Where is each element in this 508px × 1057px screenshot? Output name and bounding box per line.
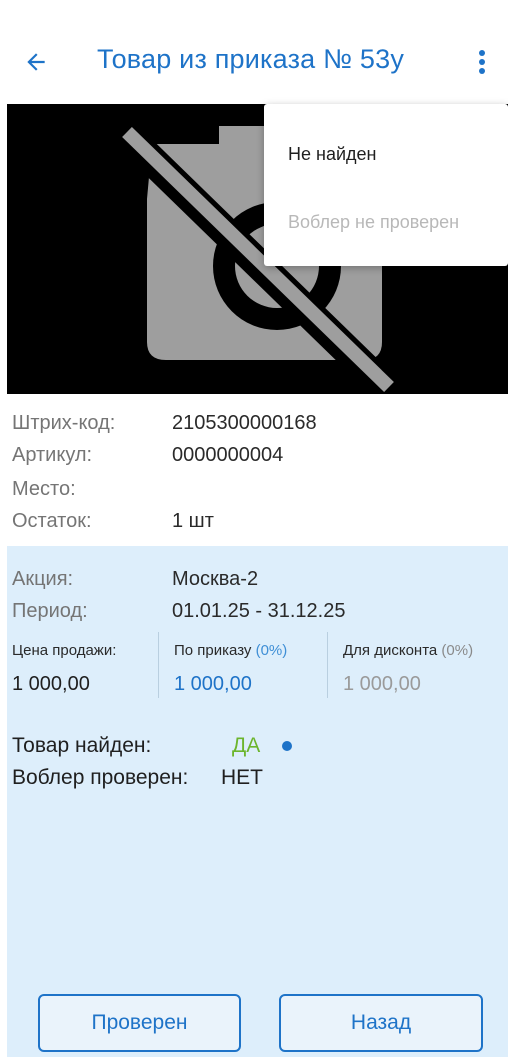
sale-price-caption: Цена продажи: bbox=[12, 642, 117, 659]
found-label: Товар найден: bbox=[12, 734, 152, 757]
barcode-value: 2105300000168 bbox=[172, 412, 317, 434]
sale-price: Цена продажи: 1 000,00 bbox=[12, 642, 116, 696]
sale-price-value: 1 000,00 bbox=[12, 673, 90, 695]
found-value: ДА bbox=[232, 734, 261, 757]
app-bar: Товар из приказа № 53у bbox=[0, 0, 508, 112]
more-vert-icon bbox=[479, 50, 485, 74]
stock-value: 1 шт bbox=[172, 510, 214, 532]
place-label: Место: bbox=[12, 478, 76, 500]
discount-price-caption: Для дисконта bbox=[343, 642, 438, 659]
barcode-label: Штрих-код: bbox=[12, 412, 116, 434]
discount-price: Для дисконта (0%) 1 000,00 bbox=[343, 642, 473, 696]
price-divider bbox=[327, 632, 328, 698]
wobbler-value: НЕТ bbox=[221, 766, 263, 789]
discount-price-value: 1 000,00 bbox=[343, 673, 421, 695]
back-nav-button[interactable]: Назад bbox=[279, 994, 483, 1052]
period-value: 01.01.25 - 31.12.25 bbox=[172, 600, 346, 622]
menu-item-not-found[interactable]: Не найден bbox=[288, 144, 376, 165]
action-value: Москва-2 bbox=[172, 568, 259, 590]
period-label: Период: bbox=[12, 600, 88, 622]
discount-price-percent: (0%) bbox=[441, 642, 474, 659]
promo-panel: Акция: Москва-2 Период: 01.01.25 - 31.12… bbox=[7, 546, 508, 1057]
order-price-percent: (0%) bbox=[255, 642, 288, 659]
article-value: 0000000004 bbox=[172, 444, 284, 466]
back-button[interactable] bbox=[14, 40, 58, 84]
price-divider bbox=[158, 632, 159, 698]
order-price-value: 1 000,00 bbox=[174, 673, 252, 695]
wobbler-label: Воблер проверен: bbox=[12, 766, 189, 789]
page-title: Товар из приказа № 53у bbox=[97, 44, 405, 74]
stock-label: Остаток: bbox=[12, 510, 92, 532]
action-label: Акция: bbox=[12, 568, 74, 590]
product-info: Штрих-код: 2105300000168 Артикул: 000000… bbox=[0, 394, 508, 546]
order-price-caption: По приказу bbox=[174, 642, 252, 659]
overflow-menu: Не найден Воблер не проверен bbox=[264, 104, 508, 266]
status-dot-icon bbox=[282, 741, 292, 751]
order-price: По приказу (0%) 1 000,00 bbox=[174, 642, 287, 696]
more-menu-button[interactable] bbox=[462, 40, 502, 84]
arrow-left-icon bbox=[27, 53, 45, 71]
checked-button[interactable]: Проверен bbox=[38, 994, 241, 1052]
menu-item-wobbler-unchecked[interactable]: Воблер не проверен bbox=[288, 212, 459, 233]
article-label: Артикул: bbox=[12, 444, 93, 466]
